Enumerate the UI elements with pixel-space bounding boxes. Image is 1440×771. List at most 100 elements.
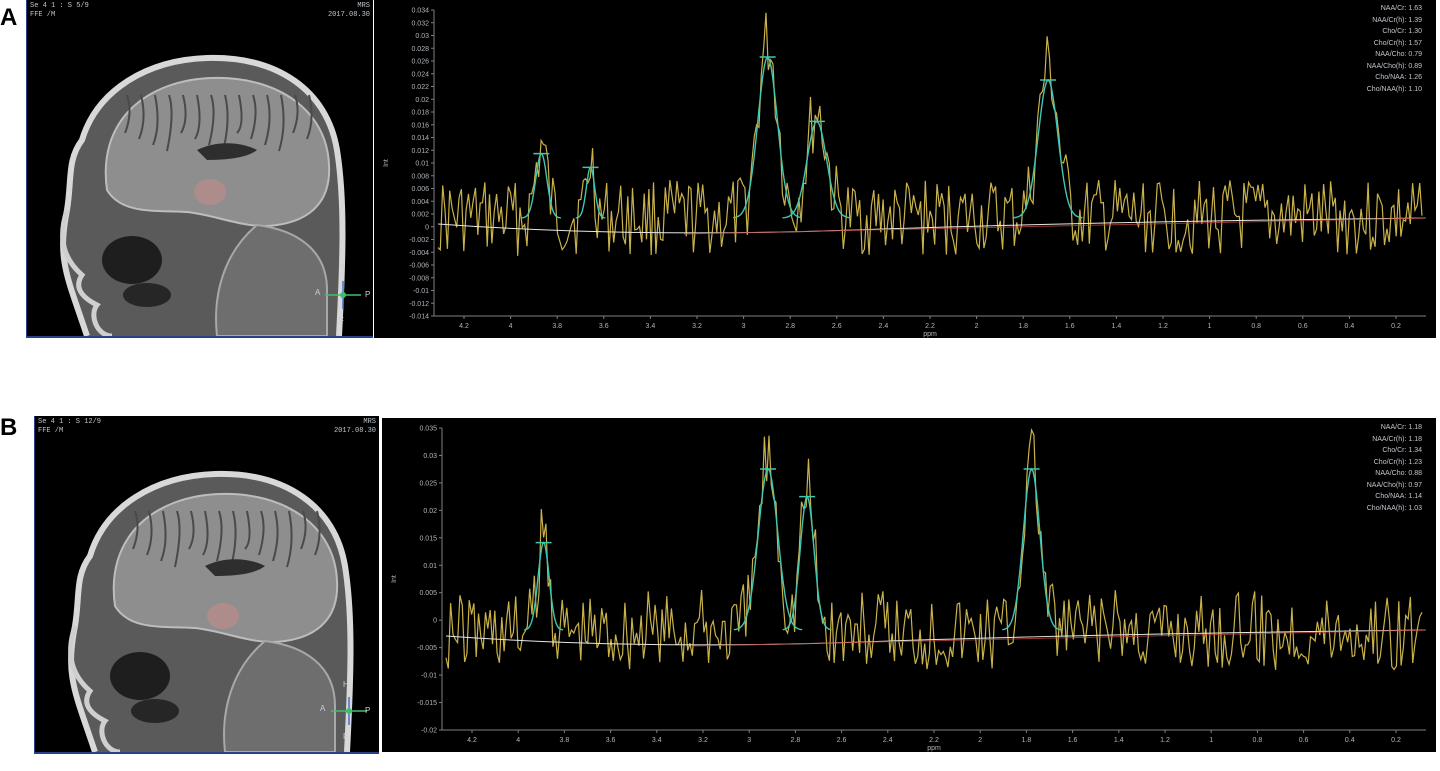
x-tick-label: 4.2 [467, 737, 477, 744]
x-tick-label: 0.2 [1391, 323, 1401, 330]
ratio-line: NAA/Cr(h): 1.18 [1372, 435, 1422, 443]
x-tick-label: 3.2 [692, 323, 702, 330]
orient-label-a: A [315, 288, 321, 297]
ratio-line: NAA/Cr(h): 1.39 [1372, 16, 1422, 24]
spectrum-fit-peak [733, 55, 803, 219]
x-tick-label: 2.4 [883, 737, 893, 744]
mri-header-right: MRS 2017.08.30 [327, 2, 370, 19]
x-tick-label: 1 [1209, 737, 1213, 744]
x-tick-label: 3.4 [646, 323, 656, 330]
spectrum-raw-trace [437, 12, 1423, 256]
y-tick-label: -0.015 [417, 700, 437, 707]
voi-marker [194, 179, 226, 205]
x-tick-label: 2 [975, 323, 979, 330]
y-tick-label: 0.008 [411, 173, 429, 180]
spectrum-raw-trace [445, 427, 1423, 671]
y-tick-label: 0.022 [411, 84, 429, 91]
spectrum-fit-peak [782, 120, 852, 219]
ratio-line: NAA/Cho: 0.88 [1375, 470, 1422, 477]
mri-sagittal-image-b: Se 4 1 : S 12/9 FFE /M MRS 2017.08.30 H … [34, 416, 379, 754]
x-tick-label: 1.4 [1114, 737, 1124, 744]
x-tick-label: 3.6 [599, 323, 609, 330]
x-tick-label: 2.4 [879, 323, 889, 330]
y-tick-label: 0.028 [411, 46, 429, 53]
mri-sagittal-image-a: Se 4 1 : S 5/9 FFE /M MRS 2017.08.30 H A… [26, 0, 373, 338]
x-tick-label: 4 [509, 323, 513, 330]
spectrum-fit-peak [524, 541, 564, 631]
y-tick-label: -0.02 [421, 728, 437, 735]
ratio-line: NAA/Cho: 0.79 [1375, 51, 1422, 58]
y-tick-label: 0.01 [415, 161, 429, 168]
orient-label-a: A [320, 704, 326, 713]
ratio-line: Cho/Cr: 1.34 [1382, 447, 1422, 454]
x-tick-label: 2.2 [929, 737, 939, 744]
y-tick-label: 0.02 [423, 508, 437, 515]
x-tick-label: 2.6 [837, 737, 847, 744]
mrs-spectrum-a: 0.034 0.032 0.03 0.028 0.026 0.024 0.022 0.02 0.… [374, 0, 1436, 338]
metabolite-ratio-list-b: NAA/Cr: 1.18 NAA/Cr(h): 1.18 Cho/Cr: 1.3… [1367, 422, 1422, 514]
y-tick-label: 0.03 [415, 33, 429, 40]
y-tick-label: 0.018 [411, 110, 429, 117]
x-tick-label: 0.2 [1391, 737, 1401, 744]
orient-label-f: F [339, 316, 344, 325]
ratio-line: NAA/Cho(h): 0.97 [1366, 481, 1422, 489]
spectrum-fit-peak [521, 152, 562, 219]
x-tick-label: 3.8 [560, 737, 570, 744]
metabolite-ratio-list-a: NAA/Cr: 1.63 NAA/Cr(h): 1.39 Cho/Cr: 1.3… [1367, 3, 1422, 95]
y-tick-label: 0.006 [411, 186, 429, 193]
y-tick-label: -0.01 [413, 288, 429, 295]
mrs-spectrum-b: 0.035 0.03 0.025 0.02 0.015 0.01 0.005 0 -0.005 -… [382, 418, 1436, 752]
y-tick-label: 0.01 [423, 563, 437, 570]
spectrum-fit-peak [1002, 467, 1062, 631]
y-tick-label: -0.004 [409, 250, 429, 257]
head-mri-graphic [60, 54, 361, 336]
x-tick-label: 4.2 [459, 323, 469, 330]
y-tick-label: 0.035 [419, 426, 437, 433]
spectrum-fit-peak [1013, 78, 1083, 219]
x-tick-label: 3.8 [552, 323, 562, 330]
x-tick-label: 3 [747, 737, 751, 744]
spectrum-fit-peak [782, 495, 832, 631]
y-tick-label: 0.026 [411, 59, 429, 66]
y-tick-label: 0.002 [411, 212, 429, 219]
spectrum-plot-a: 0.034 0.032 0.03 0.028 0.026 0.024 0.022 0.02 0.… [383, 8, 1427, 338]
y-tick-label: 0.034 [411, 8, 429, 15]
mri-header-left: Se 4 1 : S 5/9 FFE /M [30, 2, 89, 19]
y-tick-label: 0.03 [423, 453, 437, 460]
y-tick-label: -0.014 [409, 314, 429, 321]
ratio-line: Cho/Cr(h): 1.57 [1373, 39, 1422, 47]
x-tick-label: 2.8 [785, 323, 795, 330]
orient-label-f: F [343, 732, 348, 741]
x-tick-label: 0.4 [1345, 323, 1355, 330]
y-axis-label: Int [383, 159, 390, 167]
y-tick-label: -0.01 [421, 673, 437, 680]
y-tick-label: 0.02 [415, 97, 429, 104]
y-tick-label: 0.004 [411, 199, 429, 206]
x-tick-label: 1.6 [1068, 737, 1078, 744]
x-tick-label: 1.8 [1022, 737, 1032, 744]
x-tick-label: 0.4 [1345, 737, 1355, 744]
x-tick-label: 2 [978, 737, 982, 744]
y-axis-label: Int [391, 575, 398, 583]
y-tick-label: 0.024 [411, 71, 429, 78]
y-tick-label: 0.032 [411, 20, 429, 27]
y-tick-label: 0.014 [411, 135, 429, 142]
ratio-line: NAA/Cho(h): 0.89 [1366, 62, 1422, 70]
panel-label-a: A [0, 4, 18, 31]
x-tick-label: 1 [1208, 323, 1212, 330]
y-tick-label: -0.006 [409, 263, 429, 270]
orient-label-p: P [365, 706, 371, 715]
x-tick-label: 1.4 [1112, 323, 1122, 330]
y-tick-label: -0.008 [409, 275, 429, 282]
x-tick-label: 3.2 [698, 737, 708, 744]
panel-label-b: B [0, 414, 18, 441]
y-tick-label: 0 [433, 618, 437, 625]
mri-header-left: Se 4 1 : S 12/9 FFE /M [38, 418, 102, 435]
y-tick-label: -0.012 [409, 301, 429, 308]
x-tick-label: 1.2 [1158, 323, 1168, 330]
head-mri-graphic [68, 470, 367, 752]
ratio-line: NAA/Cr: 1.18 [1380, 424, 1422, 431]
orient-label-h: H [339, 262, 345, 271]
y-tick-label: 0.015 [419, 535, 437, 542]
x-tick-label: 0.6 [1299, 737, 1309, 744]
